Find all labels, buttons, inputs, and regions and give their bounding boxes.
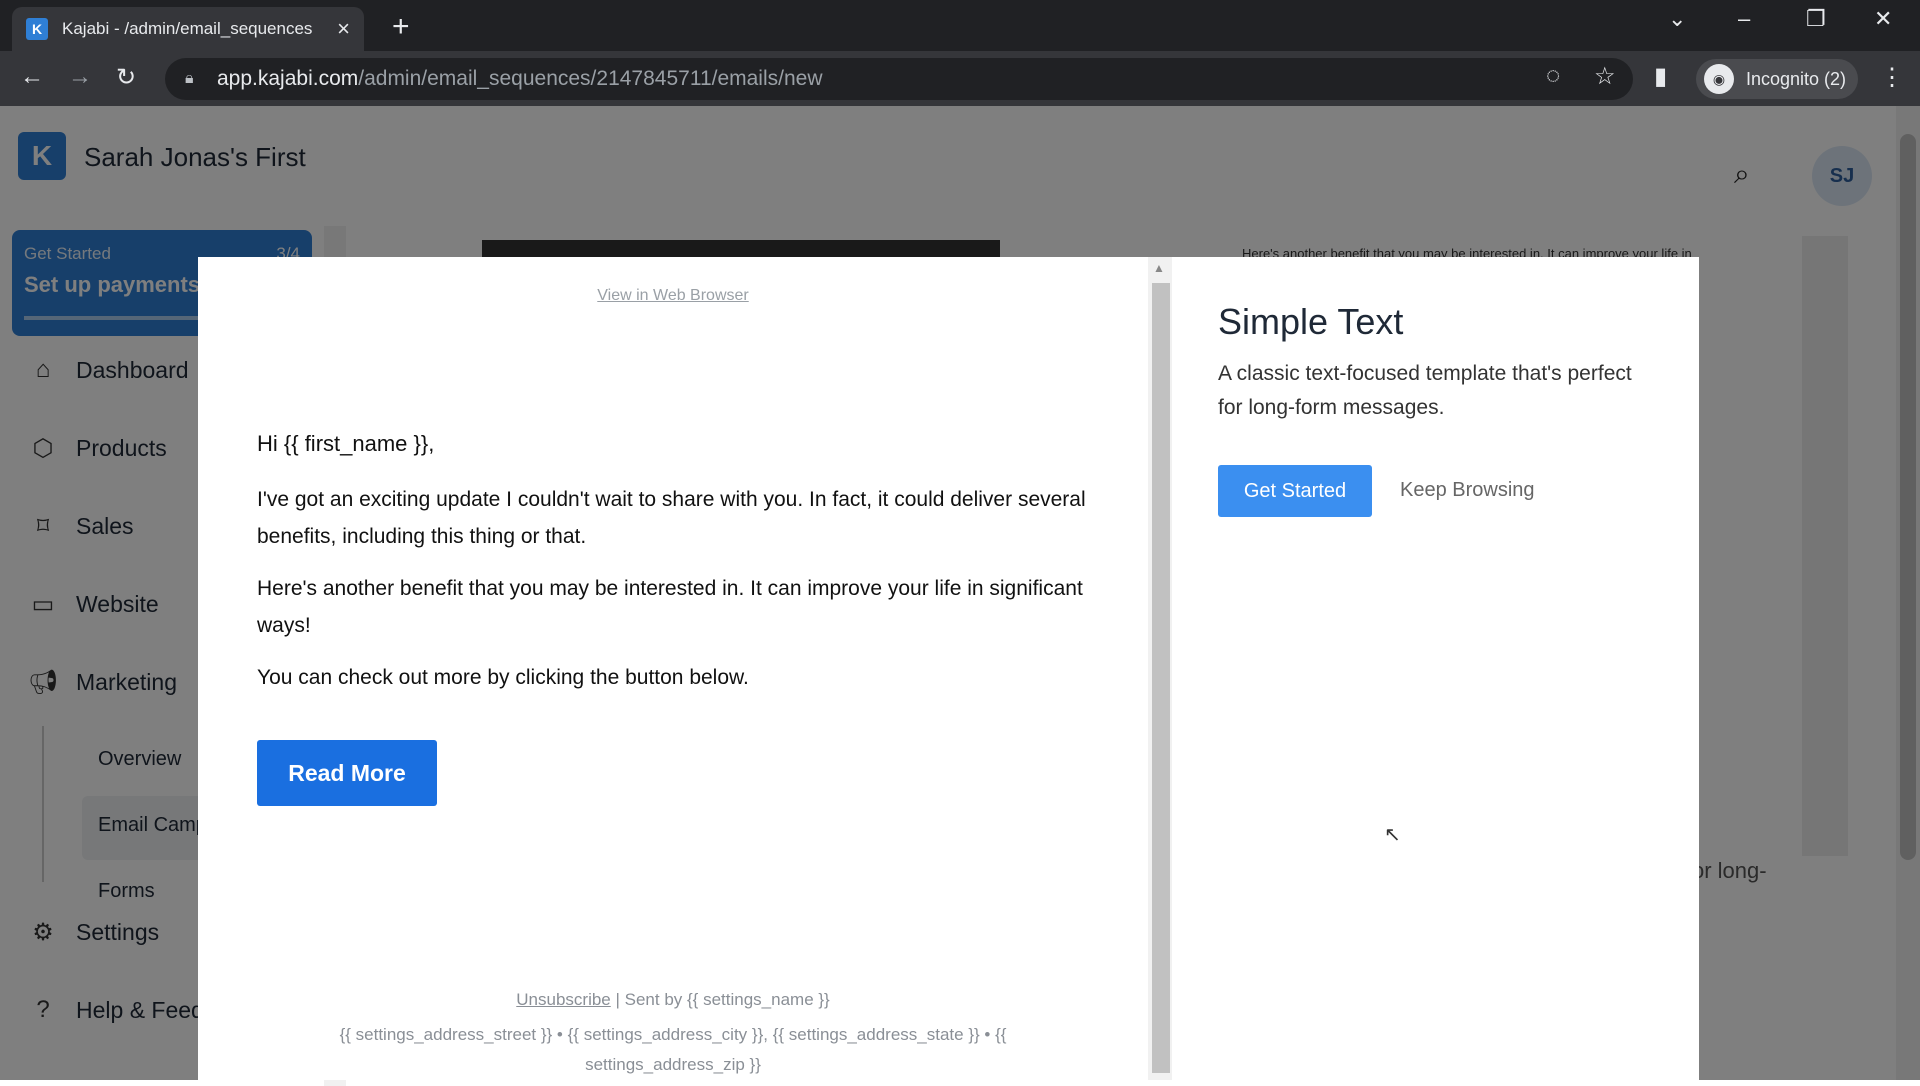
tab-title: Kajabi - /admin/email_sequences [62, 19, 313, 38]
email-greeting: Hi {{ first_name }}, [257, 431, 435, 456]
browser-tab[interactable]: K Kajabi - /admin/email_sequences × [12, 7, 364, 51]
view-in-browser-link[interactable]: View in Web Browser [198, 287, 1148, 305]
eye-off-icon[interactable]: ◌ [1546, 62, 1560, 90]
email-address-text: {{ settings_address_street }} • {{ setti… [339, 1025, 1007, 1074]
email-preview: View in Web Browser Hi {{ first_name }},… [198, 257, 1148, 1080]
template-title: Simple Text [1218, 301, 1404, 342]
template-preview-modal: View in Web Browser Hi {{ first_name }},… [198, 257, 1699, 1080]
forward-icon[interactable]: → [68, 63, 92, 91]
url-host: app.kajabi.com [217, 67, 359, 90]
close-tab-icon[interactable]: × [337, 16, 350, 42]
email-paragraph: You can check out more by clicking the b… [257, 666, 749, 689]
keep-browsing-button[interactable]: Keep Browsing [1400, 479, 1535, 502]
close-window-icon[interactable]: ✕ [1874, 6, 1892, 32]
restore-icon[interactable]: ❐ [1806, 6, 1826, 32]
email-footer: Unsubscribe | Sent by {{ settings_name }… [198, 990, 1148, 1010]
browser-menu-icon[interactable]: ⋮ [1880, 63, 1904, 92]
browser-tab-bar: K Kajabi - /admin/email_sequences × + ⌄ … [0, 0, 1920, 51]
incognito-icon: ◉ [1704, 64, 1734, 94]
tab-search-icon[interactable]: ⌄ [1668, 6, 1686, 32]
scroll-up-icon[interactable]: ▲ [1153, 261, 1165, 275]
new-tab-icon[interactable]: + [392, 10, 410, 44]
unsubscribe-link[interactable]: Unsubscribe [516, 990, 611, 1009]
back-icon[interactable]: ← [20, 63, 44, 91]
incognito-label: Incognito (2) [1746, 68, 1847, 89]
browser-toolbar: ← → ↻ 🔒︎ app.kajabi.com /admin/email_seq… [0, 51, 1920, 106]
get-started-button[interactable]: Get Started [1218, 465, 1372, 517]
reload-icon[interactable]: ↻ [116, 63, 136, 92]
mouse-cursor-icon: ↖ [1384, 824, 1401, 846]
bookmark-star-icon[interactable]: ☆ [1594, 62, 1616, 91]
minimize-icon[interactable]: – [1738, 6, 1750, 32]
read-more-button[interactable]: Read More [257, 740, 437, 806]
sent-by-text: | Sent by {{ settings_name }} [610, 990, 830, 1009]
incognito-badge[interactable]: ◉ Incognito (2) [1696, 59, 1858, 99]
preview-scrollbar-thumb[interactable] [1152, 283, 1170, 1073]
side-panel-icon[interactable]: ▮ [1654, 62, 1667, 91]
email-paragraph: Here's another benefit that you may be i… [257, 577, 1083, 637]
email-paragraph: I've got an exciting update I couldn't w… [257, 488, 1086, 548]
kajabi-favicon: K [26, 18, 48, 40]
address-bar[interactable]: 🔒︎ app.kajabi.com /admin/email_sequences… [165, 58, 1633, 100]
url-path: /admin/email_sequences/2147845711/emails… [358, 67, 823, 90]
template-description: A classic text-focused template that's p… [1218, 362, 1632, 419]
lock-icon: 🔒︎ [185, 70, 194, 87]
